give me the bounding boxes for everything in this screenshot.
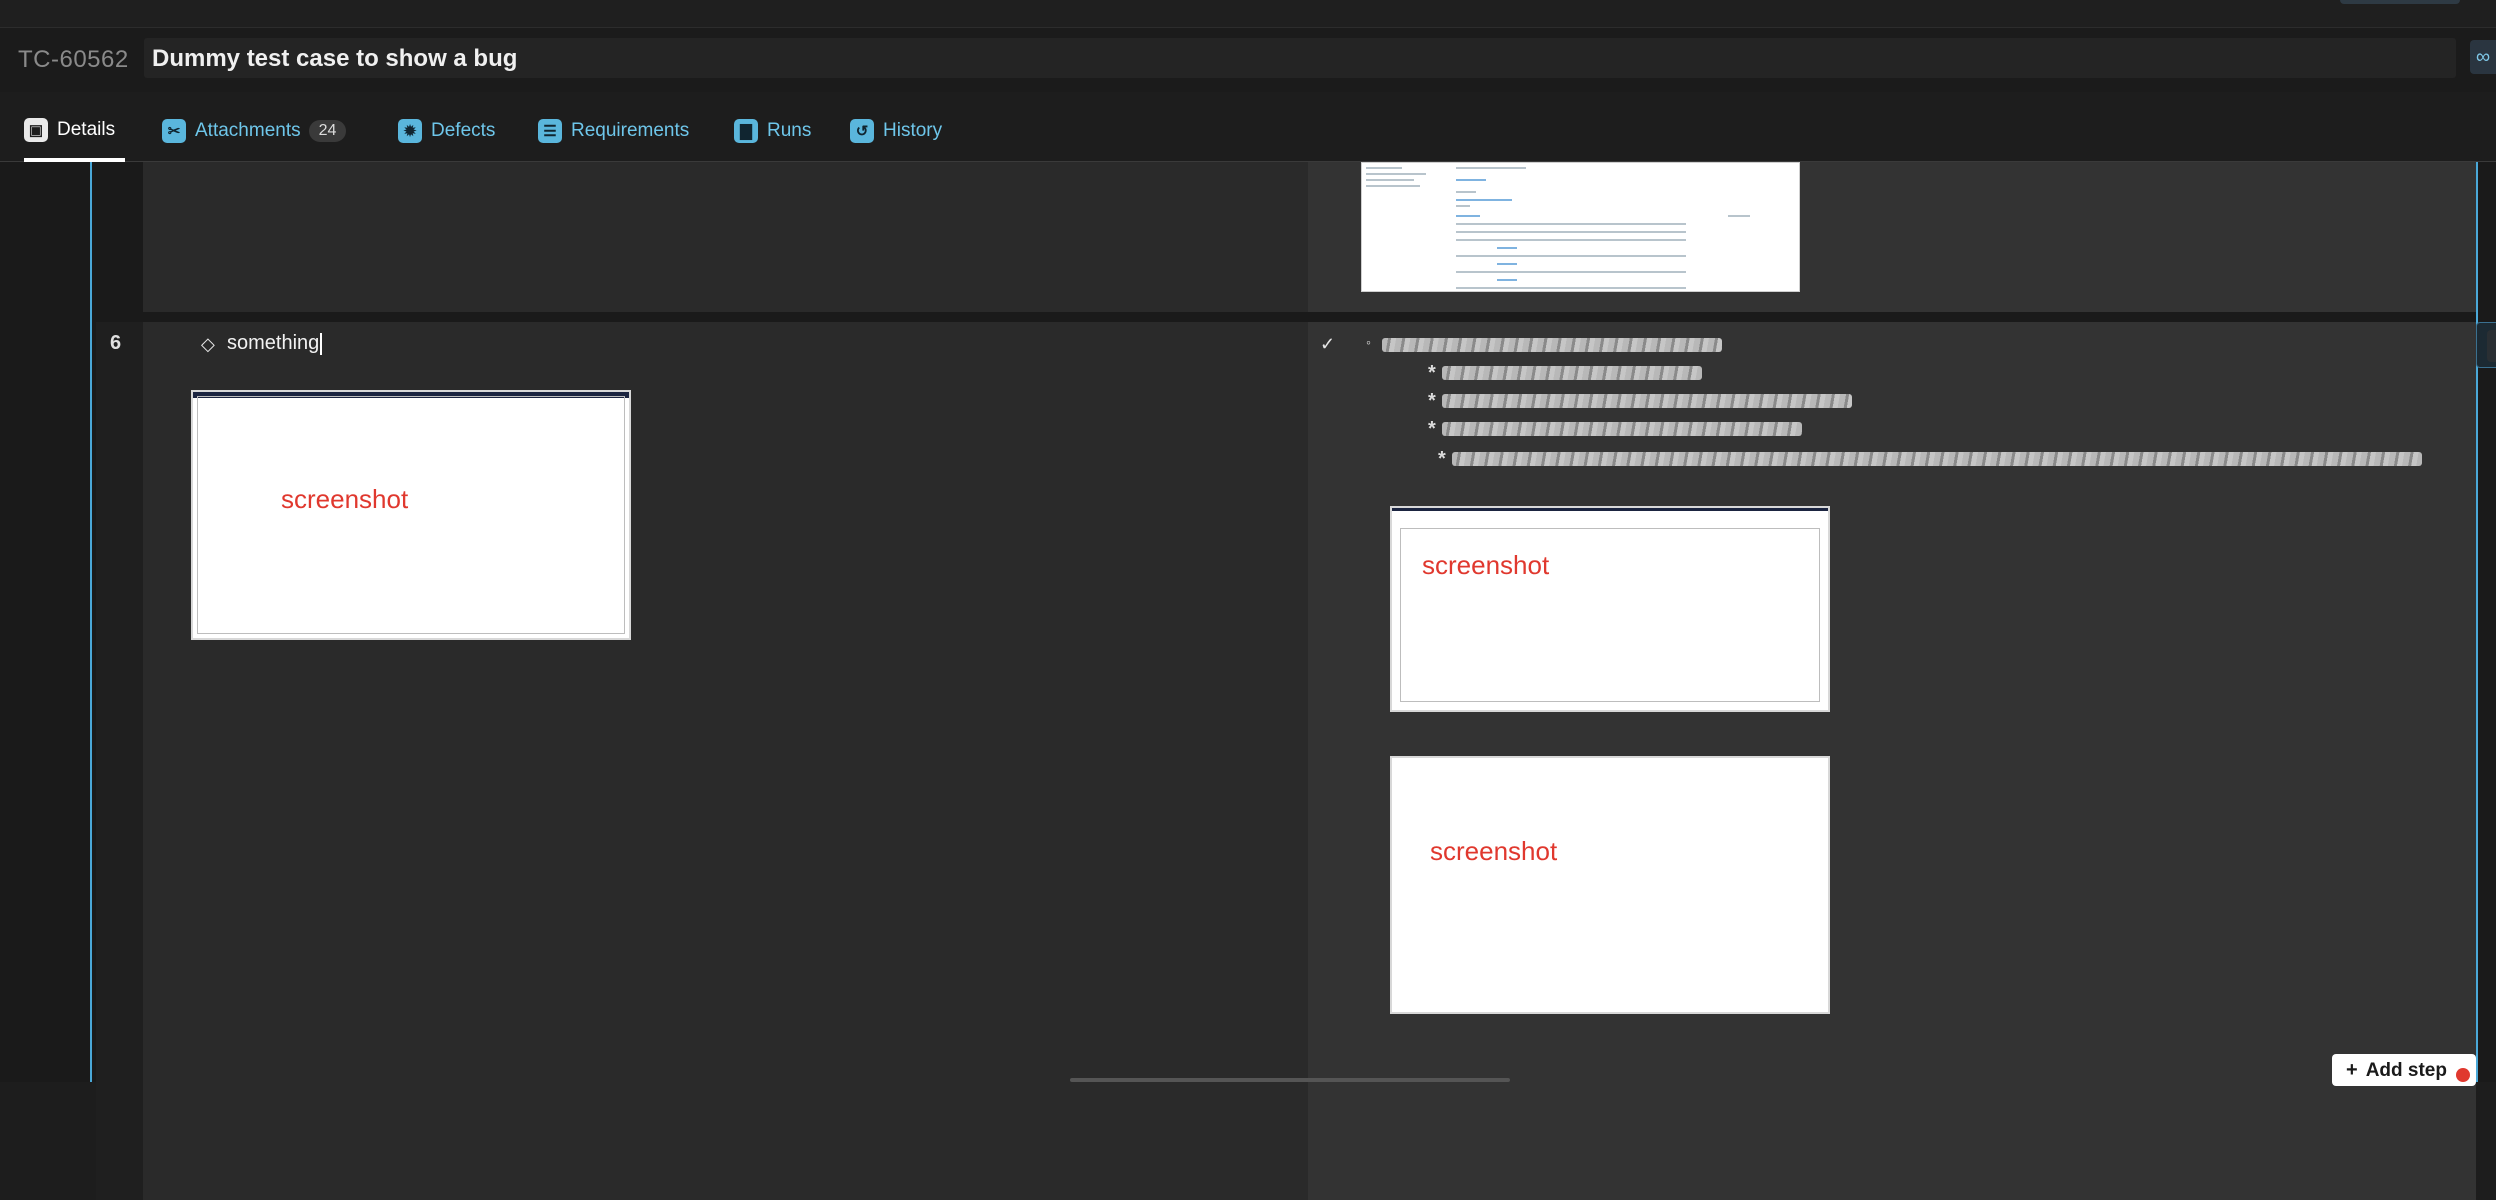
text-cursor: [320, 332, 323, 355]
previous-step-action[interactable]: [143, 162, 1308, 312]
tab-label: Details: [57, 119, 116, 140]
document-icon: ☰: [538, 119, 562, 143]
redacted-text: [1452, 452, 2422, 466]
add-step-label: Add step: [2365, 1060, 2447, 1081]
tab-label: History: [883, 120, 943, 141]
tab-requirements[interactable]: ☰ Requirements: [538, 102, 689, 160]
expected-screenshot-2[interactable]: screenshot: [1390, 756, 1830, 1014]
bar-chart-icon: ▇: [734, 119, 758, 143]
add-step-button[interactable]: + Add step: [2332, 1054, 2476, 1086]
redacted-text: [1442, 394, 1852, 408]
tab-label: Defects: [431, 120, 496, 141]
horizontal-scrollbar[interactable]: [1070, 1078, 1510, 1082]
expected-screenshot-1[interactable]: screenshot: [1390, 506, 1830, 712]
bug-icon: ✹: [398, 119, 422, 143]
previous-step-screenshot[interactable]: [1361, 162, 1800, 292]
step-action-icon: ◇: [201, 334, 215, 354]
tab-label: Runs: [767, 120, 812, 141]
history-icon: ↺: [850, 119, 874, 143]
selection-line-left: [90, 162, 92, 1082]
screenshot-label: screenshot: [281, 484, 409, 514]
step-action-text[interactable]: something: [227, 332, 323, 355]
top-bar-button[interactable]: [2340, 0, 2460, 4]
step-expected-cell[interactable]: ✓ ◦ * * * * screenshot screenshot: [1308, 322, 2476, 1200]
tab-defects[interactable]: ✹ Defects: [398, 102, 495, 160]
check-circle-icon: ✓: [1320, 334, 1336, 354]
step-action-cell[interactable]: ◇ something screenshot: [143, 322, 1308, 1200]
list-bullet: *: [1438, 448, 1446, 470]
tab-bar: ▣ Details ✂ Attachments 24 ✹ Defects ☰ R…: [0, 102, 2496, 162]
screenshot-label: screenshot: [1422, 550, 1550, 580]
redacted-text: [1442, 422, 1802, 436]
attachments-count-badge: 24: [308, 120, 347, 142]
screenshot-frame: [197, 396, 625, 634]
plus-icon: +: [2346, 1059, 2358, 1081]
screenshot-label: screenshot: [1430, 836, 1558, 866]
list-bullet: *: [1428, 362, 1436, 384]
steps-panel: 6 ◇ something screenshot ✓ ◦ * * * * scr…: [0, 162, 2496, 1200]
case-id: TC-60562: [18, 46, 129, 73]
tab-runs[interactable]: ▇ Runs: [734, 102, 811, 160]
list-bullet: *: [1428, 390, 1436, 412]
step-number-column: 6: [96, 322, 143, 1200]
details-icon: ▣: [24, 118, 48, 142]
tab-label: Attachments: [195, 120, 301, 141]
add-step-inline-button[interactable]: +: [2487, 330, 2496, 362]
tab-details[interactable]: ▣ Details: [24, 102, 126, 162]
redacted-text: [1382, 338, 1722, 352]
tab-attachments[interactable]: ✂ Attachments 24: [162, 102, 347, 160]
action-screenshot[interactable]: screenshot: [191, 390, 631, 640]
step-row-6[interactable]: 6 ◇ something screenshot ✓ ◦ * * * * scr…: [96, 322, 2496, 1200]
link-icon[interactable]: ∞: [2470, 40, 2496, 74]
notification-dot: [2456, 1068, 2470, 1082]
row-actions-toolbar: + ⋯: [2476, 322, 2496, 368]
paperclip-icon: ✂: [162, 119, 186, 143]
selection-line-right: [2476, 162, 2478, 1082]
list-bullet: *: [1428, 418, 1436, 440]
top-bar: [0, 0, 2496, 28]
tab-history[interactable]: ↺ History: [850, 102, 942, 160]
screenshot-titlebar: [1392, 508, 1828, 511]
case-title-input[interactable]: Dummy test case to show a bug: [144, 38, 2456, 78]
step-number: 6: [110, 332, 122, 354]
tab-label: Requirements: [571, 120, 690, 141]
list-bullet: ◦: [1366, 334, 1371, 350]
title-row: TC-60562 Dummy test case to show a bug ∞: [0, 28, 2496, 92]
redacted-text: [1442, 366, 1702, 380]
left-gutter: [0, 162, 90, 1082]
